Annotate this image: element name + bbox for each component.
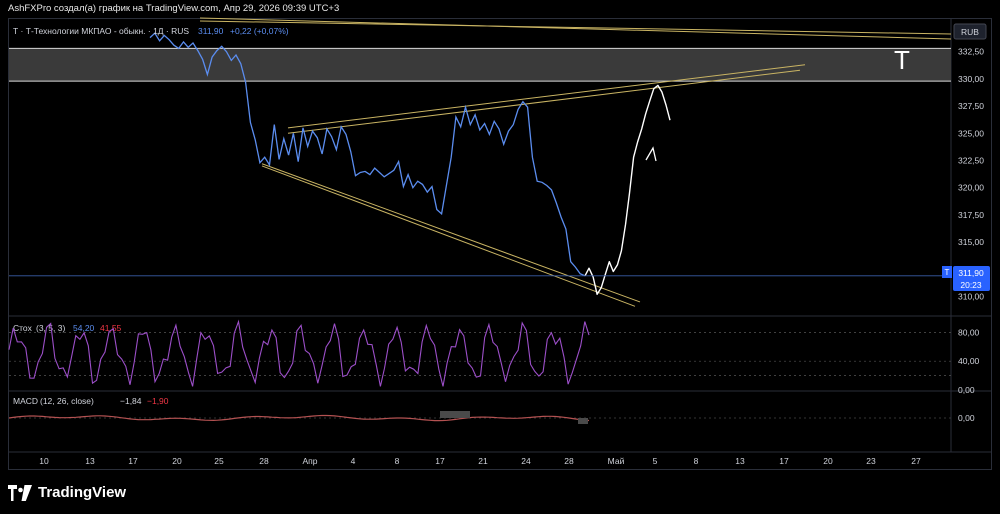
- x-axis-tick-label: 21: [478, 456, 488, 466]
- price-tag-symbol: T: [945, 268, 950, 277]
- price-tag-countdown: 20:23: [960, 280, 982, 290]
- y-axis-tick-label: 327,50: [958, 101, 984, 111]
- x-axis-tick-label: 28: [259, 456, 269, 466]
- stoch-y-tick-label: 80,00: [958, 327, 980, 337]
- x-axis-tick-label: 17: [128, 456, 138, 466]
- projection-path: [584, 84, 671, 295]
- macd-value: −1,84: [120, 396, 142, 406]
- y-axis-tick-label: 322,50: [958, 156, 984, 166]
- x-axis-tick-label: Апр: [303, 456, 318, 466]
- macd-signal-value: −1,90: [147, 396, 169, 406]
- stoch-d-value: 41,55: [100, 323, 122, 333]
- y-axis-tick-label: 317,50: [958, 210, 984, 220]
- stoch-k-value: 54,20: [73, 323, 95, 333]
- top-trendline: [199, 17, 952, 40]
- stoch-y-tick-label: 40,00: [958, 356, 980, 366]
- price-tag-value: 311,90: [958, 268, 984, 278]
- y-axis-tick-label: 325,00: [958, 128, 984, 138]
- x-axis-tick-label: 28: [564, 456, 574, 466]
- stoch-y-tick-label: 0,00: [958, 385, 975, 395]
- stoch-title: Стох: [13, 323, 33, 333]
- y-axis-tick-label: 310,00: [958, 292, 984, 302]
- macd-params: (12, 26, close): [40, 396, 94, 406]
- y-axis-tick-label: 320,00: [958, 183, 984, 193]
- x-axis-tick-label: 5: [653, 456, 658, 466]
- x-axis-tick-label: 23: [866, 456, 876, 466]
- x-axis-tick-label: 25: [214, 456, 224, 466]
- y-axis-tick-label: 332,50: [958, 47, 984, 57]
- x-axis-tick-label: 10: [39, 456, 49, 466]
- chart-canvas[interactable]: Т · Т-Технологии МКПАО - обыкн. · 1Д · R…: [0, 0, 1000, 514]
- ticker-watermark-letter: T: [894, 45, 910, 75]
- projection-arrowhead: [645, 146, 657, 162]
- x-axis-tick-label: 8: [395, 456, 400, 466]
- y-axis-tick-label: 330,00: [958, 74, 984, 84]
- x-axis-tick-label: 13: [735, 456, 745, 466]
- tradingview-wordmark: TradingView: [38, 484, 127, 501]
- x-axis-tick-label: 13: [85, 456, 95, 466]
- x-axis-tick-label: 4: [351, 456, 356, 466]
- x-axis-tick-label: 20: [172, 456, 182, 466]
- x-axis-tick-label: 17: [435, 456, 445, 466]
- tradingview-logo[interactable]: TradingView: [8, 484, 126, 501]
- channel-lower-line: [261, 165, 636, 307]
- legend-price-change: +0,22 (+0,07%): [230, 26, 289, 36]
- x-axis-tick-label: Май: [608, 456, 625, 466]
- macd-title: MACD: [13, 396, 38, 406]
- chart-title-legend: Т · Т-Технологии МКПАО - обыкн. · 1Д · R…: [13, 26, 189, 36]
- macd-y-tick-label: 0,00: [958, 413, 975, 423]
- channel-lower-line: [261, 163, 641, 303]
- x-axis-tick-label: 27: [911, 456, 921, 466]
- currency-label: RUB: [961, 27, 979, 37]
- x-axis-tick-label: 8: [694, 456, 699, 466]
- y-axis-tick-label: 315,00: [958, 237, 984, 247]
- legend-price-value: 311,90: [198, 26, 224, 36]
- macd-histogram-area: [578, 418, 588, 424]
- tradingview-logo-icon: [8, 484, 32, 501]
- top-trendline: [199, 20, 952, 35]
- x-axis-tick-label: 17: [779, 456, 789, 466]
- stoch-line: [8, 319, 590, 387]
- x-axis-tick-label: 24: [521, 456, 531, 466]
- x-axis-tick-label: 20: [823, 456, 833, 466]
- macd-histogram-area: [440, 411, 470, 418]
- resistance-zone: [9, 48, 951, 82]
